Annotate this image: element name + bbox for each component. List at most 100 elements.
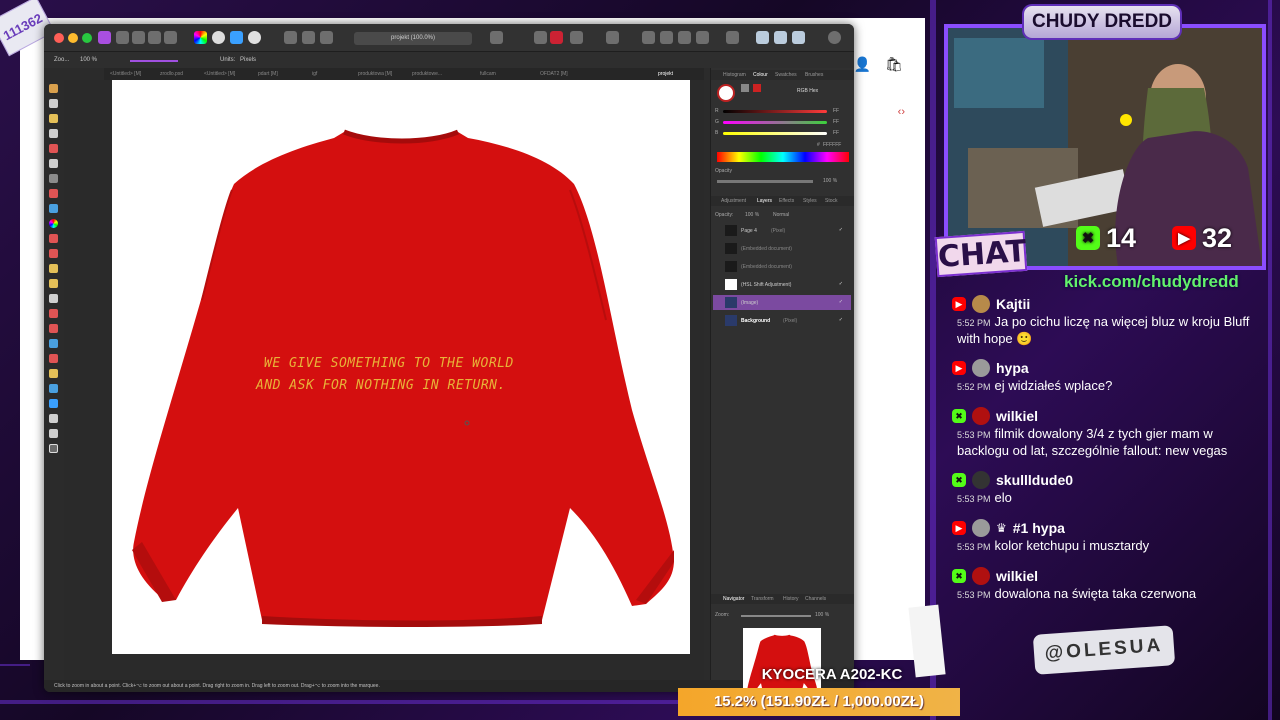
selection-icon[interactable] <box>302 31 315 44</box>
fill-color-swatch[interactable] <box>717 84 735 102</box>
layer-visibility-checkbox[interactable]: ✓ <box>839 281 843 287</box>
tab-brushes[interactable]: Brushes <box>805 72 823 78</box>
selection-brush-tool-icon[interactable] <box>49 144 58 153</box>
clone-tool-icon[interactable] <box>49 309 58 318</box>
tab-transform[interactable]: Transform <box>751 596 774 602</box>
color-tool-icon[interactable] <box>49 219 58 228</box>
tab-document[interactable]: zrodlo.psd <box>160 71 183 77</box>
canvas-area[interactable]: WE GIVE SOMETHING TO THE WORLD AND ASK F… <box>64 80 704 680</box>
tab-document[interactable]: produktowa [M] <box>358 71 392 77</box>
tab-document[interactable]: igf <box>312 71 317 77</box>
layer-row[interactable]: (HSL Shift Adjustment) ✓ <box>713 277 851 292</box>
layer-row[interactable]: (Embedded document) <box>713 259 851 274</box>
share-icon[interactable] <box>164 31 177 44</box>
units-select[interactable]: Pixels <box>240 57 256 63</box>
tab-channels[interactable]: Channels <box>805 596 826 602</box>
tab-styles[interactable]: Styles <box>803 198 817 204</box>
nav-zoom-slider[interactable] <box>741 615 811 617</box>
snap-icon[interactable] <box>550 31 563 44</box>
crop-tool-icon[interactable] <box>49 129 58 138</box>
tab-document-active[interactable]: projekt <box>658 71 673 77</box>
document-canvas[interactable]: WE GIVE SOMETHING TO THE WORLD AND ASK F… <box>112 80 690 654</box>
eyedropper-icon[interactable] <box>741 84 749 92</box>
liquify-tool-icon[interactable] <box>49 354 58 363</box>
mask-icon[interactable] <box>490 31 503 44</box>
zoom-tool-icon[interactable] <box>49 444 58 453</box>
tab-document[interactable]: fullcam <box>480 71 496 77</box>
pin-icon[interactable] <box>606 31 619 44</box>
rectangle-tool-icon[interactable] <box>49 399 58 408</box>
tab-document[interactable]: OFDAT2 [M] <box>540 71 568 77</box>
color-picker-tool-icon[interactable] <box>49 114 58 123</box>
color-mode-select[interactable]: RGB Hex <box>797 88 818 94</box>
opacity-value[interactable]: 100 % <box>823 178 837 184</box>
channel-value[interactable]: FF <box>833 130 839 136</box>
persona-icon[interactable] <box>116 31 129 44</box>
paint-mixer-tool-icon[interactable] <box>49 249 58 258</box>
account-icon[interactable] <box>828 31 841 44</box>
tab-document[interactable]: <Untitled> [M] <box>204 71 235 77</box>
selection-icon[interactable] <box>320 31 333 44</box>
tab-swatches[interactable]: Swatches <box>775 72 797 78</box>
arrange-icon[interactable] <box>678 31 691 44</box>
contrast-icon[interactable] <box>212 31 225 44</box>
tab-histogram[interactable]: Histogram <box>723 72 746 78</box>
layer-row[interactable]: Background (Pixel) ✓ <box>713 313 851 328</box>
blur-tool-icon[interactable] <box>49 339 58 348</box>
channel-value[interactable]: FF <box>833 108 839 114</box>
studio-icon[interactable] <box>756 31 769 44</box>
flood-fill-tool-icon[interactable] <box>49 204 58 213</box>
swap-color-icon[interactable] <box>753 84 761 92</box>
view-tool-icon[interactable] <box>49 429 58 438</box>
tab-effects[interactable]: Effects <box>779 198 794 204</box>
tab-layers[interactable]: Layers <box>757 198 772 204</box>
grid-icon[interactable] <box>534 31 547 44</box>
marquee-tool-icon[interactable] <box>49 174 58 183</box>
tab-document[interactable]: produktowe... <box>412 71 442 77</box>
eraser-tool-icon[interactable] <box>49 279 58 288</box>
layer-visibility-checkbox[interactable]: ✓ <box>839 227 843 233</box>
pencil-tool-icon[interactable] <box>49 264 58 273</box>
opacity-slider[interactable] <box>717 180 813 183</box>
maximize-button[interactable] <box>82 33 92 43</box>
hex-value[interactable]: FFFFFF <box>823 142 841 148</box>
layer-row[interactable]: (Embedded document) <box>713 241 851 256</box>
arrange-icon[interactable] <box>696 31 709 44</box>
shape-tool-icon[interactable] <box>49 384 58 393</box>
cart-icon[interactable]: 🛍 <box>885 56 903 73</box>
green-slider[interactable] <box>723 121 827 124</box>
zoom-value[interactable]: 100 % <box>80 57 97 63</box>
arrange-icon[interactable] <box>660 31 673 44</box>
layer-opacity-value[interactable]: 100 % <box>745 212 759 218</box>
red-slider[interactable] <box>723 110 827 113</box>
nav-zoom-value[interactable]: 100 % <box>815 612 829 618</box>
tab-navigator[interactable]: Navigator <box>723 596 744 602</box>
pen-tool-icon[interactable] <box>49 369 58 378</box>
tab-document[interactable]: pdart [M] <box>258 71 278 77</box>
blend-mode-select[interactable]: Normal <box>773 212 789 218</box>
tab-stock[interactable]: Stock <box>825 198 838 204</box>
hand-tool-icon[interactable] <box>49 84 58 93</box>
studio-icon[interactable] <box>774 31 787 44</box>
tab-document[interactable]: <Untitled> [M] <box>110 71 141 77</box>
layer-row-selected[interactable]: (Image) ✓ <box>713 295 851 310</box>
blue-slider[interactable] <box>723 132 827 135</box>
text-tool-icon[interactable] <box>49 414 58 423</box>
code-icon[interactable]: ‹› <box>898 106 905 118</box>
layer-visibility-checkbox[interactable]: ✓ <box>839 299 843 305</box>
channel-value[interactable]: FF <box>833 119 839 125</box>
tab-adjustment[interactable]: Adjustment <box>721 198 746 204</box>
tab-history[interactable]: History <box>783 596 799 602</box>
minimize-button[interactable] <box>68 33 78 43</box>
studio-icon[interactable] <box>792 31 805 44</box>
layer-visibility-checkbox[interactable]: ✓ <box>839 317 843 323</box>
spectrum-bar[interactable] <box>717 152 849 162</box>
move-tool-icon[interactable] <box>49 99 58 108</box>
persona-icon[interactable] <box>132 31 145 44</box>
account-icon[interactable]: 👤 <box>854 56 871 73</box>
layer-row[interactable]: Page 4 (Pixel) ✓ <box>713 223 851 238</box>
persona-icon[interactable] <box>148 31 161 44</box>
healing-tool-icon[interactable] <box>49 324 58 333</box>
lasso-tool-icon[interactable] <box>49 189 58 198</box>
close-button[interactable] <box>54 33 64 43</box>
